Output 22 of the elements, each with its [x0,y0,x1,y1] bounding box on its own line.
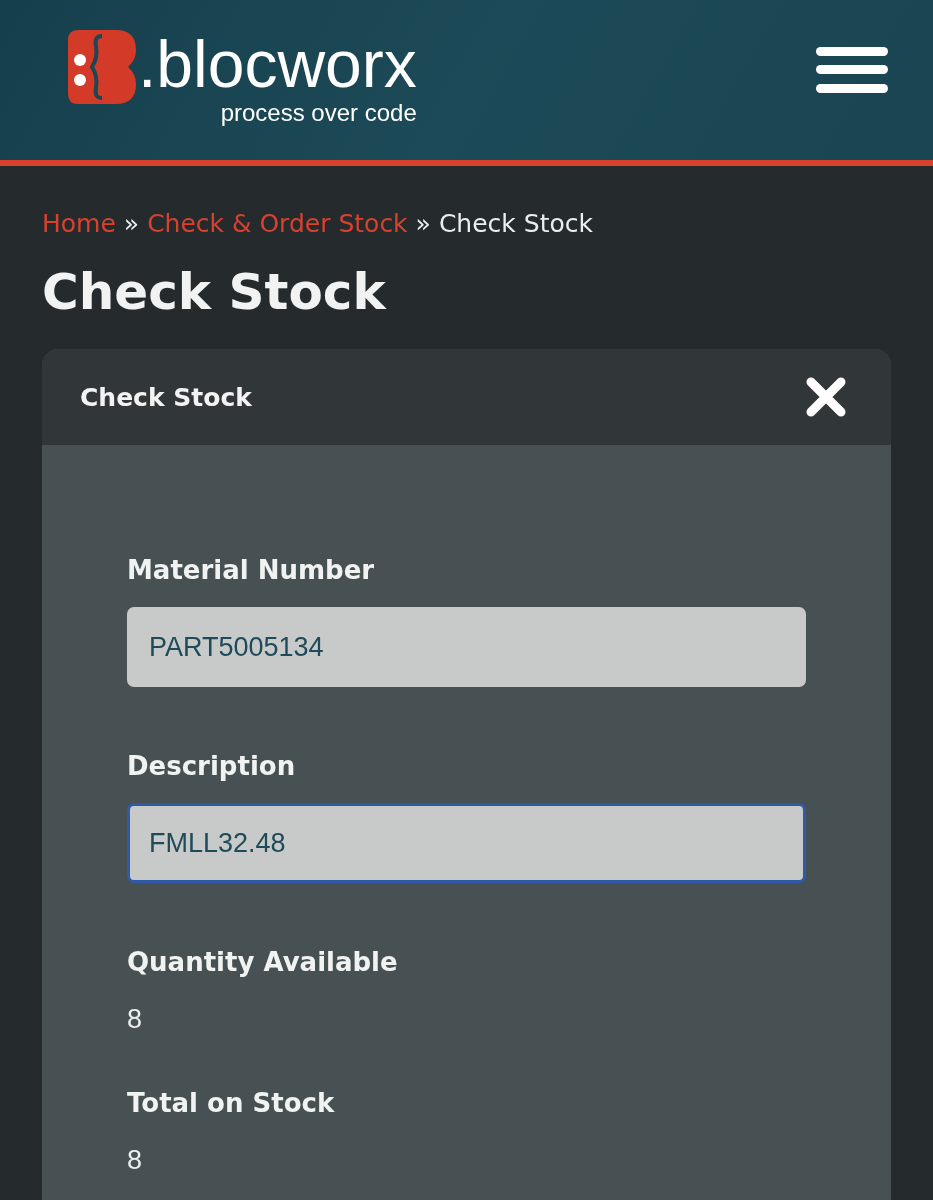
field-value: 8 [127,1144,143,1177]
field-label: Total on Stock [127,1087,335,1120]
input-field[interactable]: FMLL32.48 [127,803,806,883]
logo-icon [68,30,136,104]
breadcrumb-link[interactable]: Home [42,206,116,242]
field-label: Description [127,750,296,783]
panel-title: Check Stock [80,382,252,412]
menu-icon [816,47,888,93]
page-title: Check Stock [42,262,388,323]
breadcrumb-link[interactable]: Check & Order Stock [147,206,408,242]
breadcrumb-current: Check Stock [438,208,593,240]
field-label: Quantity Available [127,946,398,979]
input-field[interactable]: PART5005134 [127,607,806,687]
breadcrumb-separator: » [123,208,140,240]
close-button[interactable] [805,376,847,418]
field-value: 8 [127,1003,143,1036]
logo-wordmark: .blocworx [138,28,417,100]
logo-tagline: process over code [220,100,417,126]
menu-button[interactable] [816,47,888,93]
field-label: Material Number [127,554,375,587]
breadcrumb-separator: » [415,208,431,240]
close-icon [805,376,847,418]
